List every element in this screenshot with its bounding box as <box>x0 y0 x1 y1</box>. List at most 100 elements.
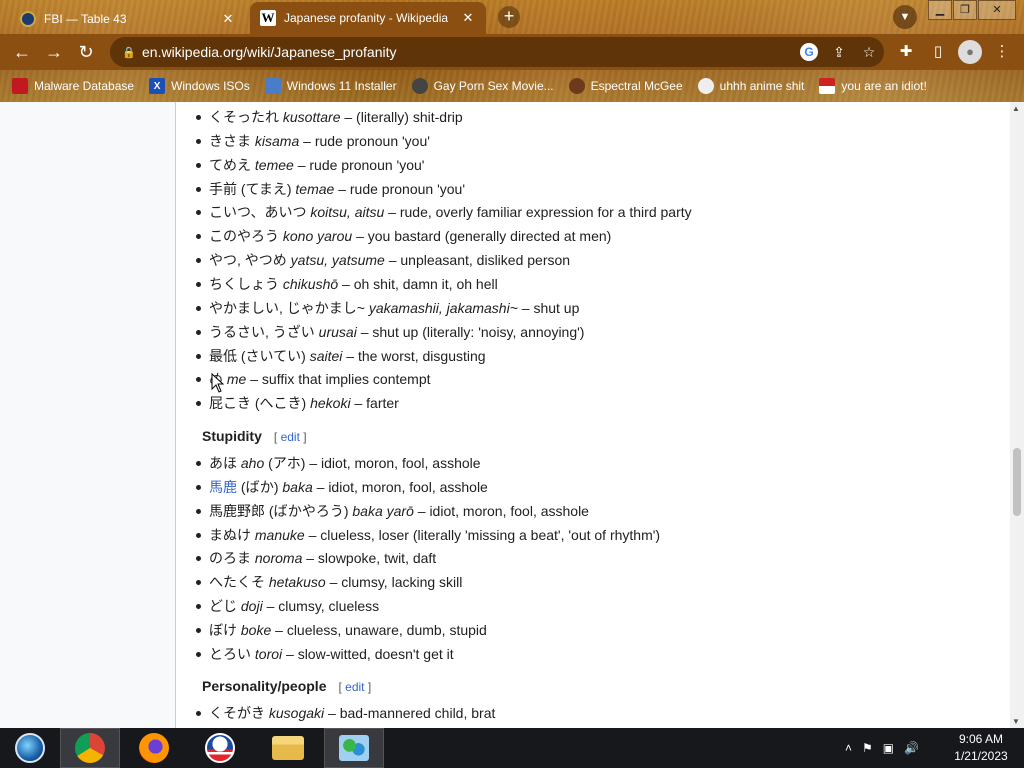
chrome-icon[interactable] <box>60 728 120 768</box>
network-icon[interactable]: ▣ <box>883 741 894 755</box>
side-panel-icon[interactable]: ▯ <box>926 40 950 64</box>
obama-logo-icon[interactable] <box>190 728 250 768</box>
scrollbar-thumb[interactable] <box>1013 448 1021 516</box>
kebab-menu-icon[interactable]: ⋮ <box>990 40 1014 64</box>
list-item: やかましい, じゃかまし~ yakamashii, jakamashi~ – s… <box>195 297 580 319</box>
address-bar[interactable]: 🔒 en.wikipedia.org/wiki/Japanese_profani… <box>110 37 884 67</box>
list-item: 最低 (さいてい) saitei – the worst, disgusting <box>196 345 486 367</box>
vertical-scrollbar[interactable]: ▲ ▼ <box>1010 102 1024 728</box>
romaji: hekoki <box>310 395 351 412</box>
japanese-term: あほ <box>209 455 237 471</box>
bookmark-malware-database[interactable]: Malware Database <box>12 78 134 94</box>
edit-label[interactable]: edit <box>345 680 364 694</box>
section-heading-personality: Personality/people [ edit ] <box>202 675 371 697</box>
list-item: やつ, やつめ yatsu, yatsume – unpleasant, dis… <box>195 249 570 271</box>
section-heading-stupidity: Stupidity [ edit ] <box>202 425 307 447</box>
extensions-icon[interactable]: ✚ <box>894 40 918 64</box>
list-item: どじ doji – clumsy, clueless <box>195 595 379 617</box>
list-item: まぬけ manuke – clueless, loser (literally … <box>195 524 661 546</box>
edit-link[interactable]: [ edit ] <box>338 680 371 694</box>
google-lens-icon[interactable]: G <box>794 43 824 61</box>
japanese-term: どじ <box>209 598 237 615</box>
japanese-term: まぬけ <box>209 526 251 543</box>
list-item: 馬鹿野郎 (ばかやろう) baka yarō – idiot, moron, f… <box>196 500 589 522</box>
volume-icon[interactable]: 🔊 <box>904 741 919 755</box>
definition: – rude pronoun 'you' <box>303 132 430 149</box>
bookmark-label: Espectral McGee <box>590 79 683 93</box>
reload-icon[interactable]: ↻ <box>74 40 98 64</box>
close-tab-icon[interactable]: ✕ <box>460 10 476 26</box>
definition: – idiot, moron, fool, asshole <box>316 478 488 495</box>
tab-strip: FBI — Table 43 ✕ W Japanese profanity - … <box>0 0 1024 34</box>
heading-text: Personality/people <box>202 678 327 694</box>
action-center-flag-icon[interactable]: ⚑ <box>862 741 873 755</box>
firefox-icon[interactable] <box>124 728 184 768</box>
share-icon[interactable]: ⇪ <box>824 44 854 61</box>
romaji: kono yarou <box>282 228 353 245</box>
bookmark-favicon-icon: X <box>149 78 166 94</box>
profile-avatar-icon[interactable]: ● <box>958 40 982 64</box>
definition: – slow-witted, doesn't get it <box>286 645 454 662</box>
show-hidden-icons-icon[interactable]: ˄ <box>845 741 852 755</box>
japanese-term: こいつ、あいつ <box>209 204 307 221</box>
definition: – clueless, unaware, dumb, stupid <box>275 621 487 638</box>
japanese-term: ぼけ <box>209 621 237 638</box>
bookmark-anime[interactable]: uhhh anime shit <box>697 78 804 94</box>
close-tab-icon[interactable]: ✕ <box>220 11 236 27</box>
definition: – shut up <box>521 299 580 316</box>
edit-label[interactable]: edit <box>281 430 300 444</box>
forward-icon[interactable]: → <box>42 40 66 64</box>
tab-fbi[interactable]: FBI — Table 43 ✕ <box>10 4 246 34</box>
definition: – rude pronoun 'you' <box>338 180 465 197</box>
minimize-button[interactable]: ▁ <box>928 0 952 20</box>
back-icon[interactable]: ← <box>10 40 34 64</box>
japanese-term: とろい <box>209 645 251 662</box>
clock-date: 1/21/2023 <box>954 749 1008 763</box>
bookmark-star-icon[interactable]: ☆ <box>854 44 884 61</box>
address-text[interactable]: en.wikipedia.org/wiki/Japanese_profanity <box>142 44 794 60</box>
bookmark-you-are-an-idiot[interactable]: you are an idiot! <box>819 78 927 94</box>
japanese-term: やかましい, じゃかまし~ <box>209 299 365 316</box>
wikipedia-page: くそったれ kusottare – (literally) shit-drip き… <box>0 102 1024 728</box>
maximize-button[interactable]: ❐ <box>953 0 977 20</box>
definition: – oh shit, damn it, oh hell <box>342 275 498 292</box>
definition: – suffix that implies contempt <box>250 371 431 388</box>
fbi-seal-icon <box>20 11 36 27</box>
file-explorer-icon[interactable] <box>258 728 318 768</box>
bookmark-espectral-mcgee[interactable]: Espectral McGee <box>568 78 683 94</box>
list-item: くそがき kusogaki – bad-mannered child, brat <box>195 702 495 724</box>
bookmark-favicon-icon <box>568 78 585 94</box>
term-link[interactable]: 馬鹿 <box>209 479 237 495</box>
romaji: chikushō <box>282 275 339 292</box>
network-people-icon[interactable] <box>324 728 384 768</box>
japanese-term: てめえ <box>209 156 251 173</box>
scroll-up-icon[interactable]: ▲ <box>1012 104 1020 113</box>
list-item: のろま noroma – slowpoke, twit, daft <box>195 547 436 569</box>
tab-wikipedia[interactable]: W Japanese profanity - Wikipedia ✕ <box>250 2 486 34</box>
bookmark-windows-11-installer[interactable]: Windows 11 Installer <box>264 78 397 94</box>
romaji: yatsu, yatsume <box>290 252 385 269</box>
tab-search-icon[interactable]: ▼ <box>893 5 917 29</box>
start-orb-icon[interactable] <box>0 728 60 768</box>
browser-chrome: FBI — Table 43 ✕ W Japanese profanity - … <box>0 0 1024 102</box>
definition: – clueless, loser (literally 'missing a … <box>308 526 661 543</box>
romaji: koitsu, aitsu <box>310 204 385 221</box>
definition: – (literally) shit-drip <box>344 109 463 125</box>
close-window-button[interactable]: ✕ <box>978 0 1016 20</box>
romaji: manuke <box>254 526 305 543</box>
left-sidebar <box>0 102 176 728</box>
bookmark-movie[interactable]: Gay Porn Sex Movie... <box>411 78 554 94</box>
scroll-down-icon[interactable]: ▼ <box>1012 717 1020 726</box>
romaji: noroma <box>254 550 303 567</box>
new-tab-button[interactable]: + <box>498 6 520 28</box>
romaji: kusogaki <box>268 705 325 721</box>
article-content: くそったれ kusottare – (literally) shit-drip き… <box>188 102 998 728</box>
bookmark-windows-isos[interactable]: X Windows ISOs <box>149 78 250 94</box>
list-item: こいつ、あいつ koitsu, aitsu – rude, overly fam… <box>196 201 692 223</box>
list-item: ちくしょう chikushō – oh shit, damn it, oh he… <box>196 273 498 295</box>
romaji: boke <box>240 621 272 638</box>
edit-link[interactable]: [ edit ] <box>274 430 307 444</box>
clock[interactable]: 9:06 AM 1/21/2023 <box>948 731 1014 765</box>
list-item: てめえ temee – rude pronoun 'you' <box>195 154 424 176</box>
lock-icon[interactable]: 🔒 <box>122 46 142 59</box>
